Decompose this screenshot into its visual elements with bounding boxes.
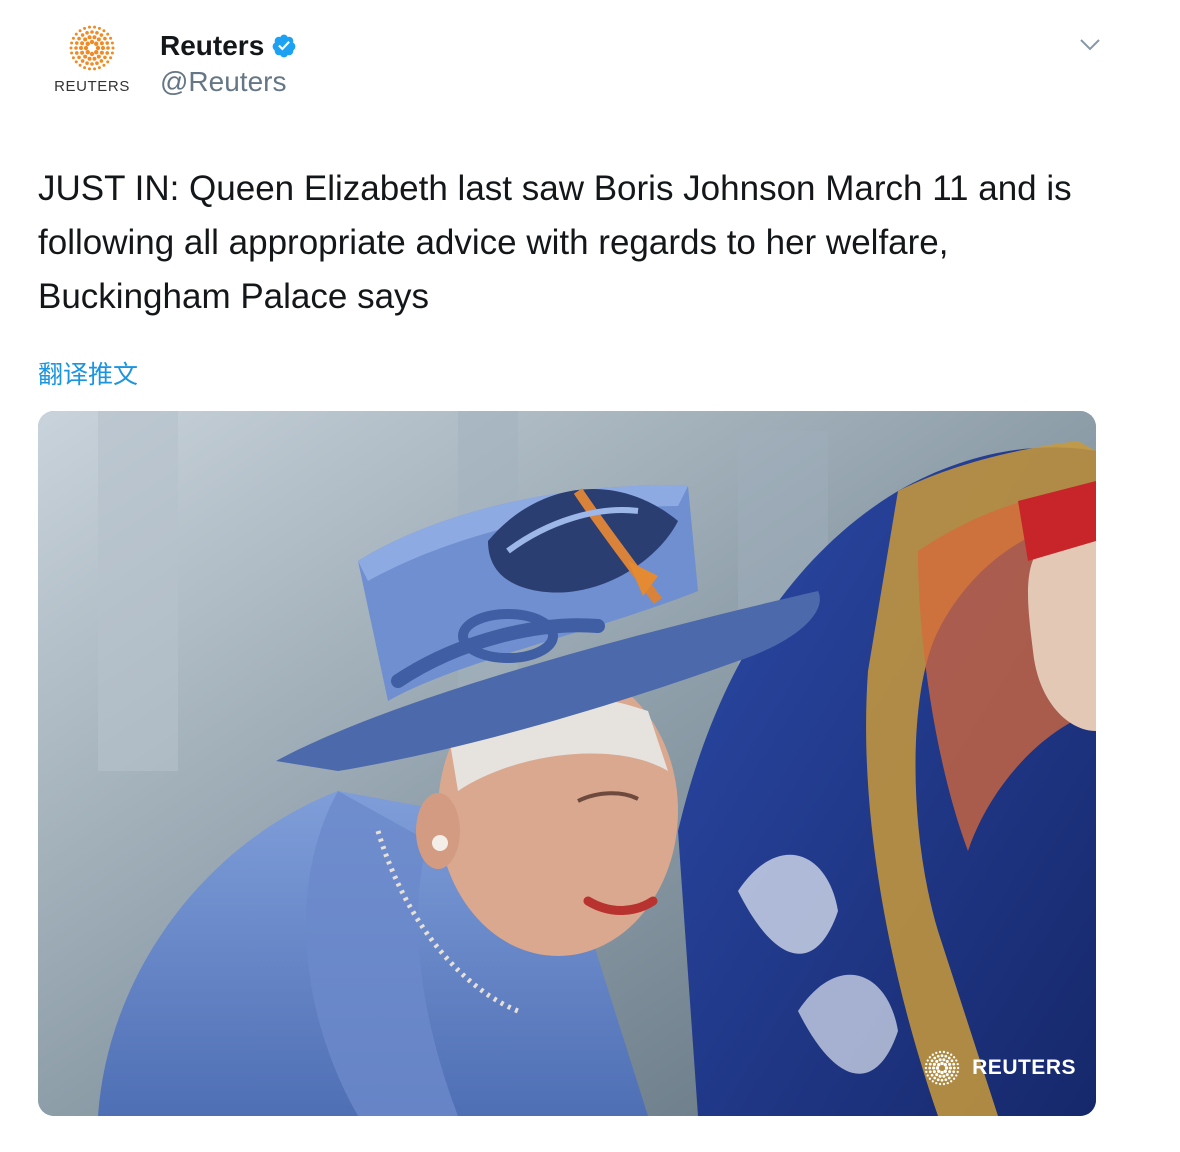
- author-handle[interactable]: @Reuters: [160, 66, 286, 98]
- author-avatar[interactable]: REUTERS: [50, 22, 134, 98]
- reuters-watermark-logo-icon: [924, 1050, 960, 1086]
- reuters-watermark: REUTERS: [920, 1048, 1076, 1088]
- author-name-row[interactable]: Reuters: [160, 30, 297, 62]
- tweet-photo[interactable]: REUTERS: [38, 411, 1096, 1116]
- translate-tweet-link[interactable]: 翻译推文: [38, 355, 138, 391]
- tweet-text: JUST IN: Queen Elizabeth last saw Boris …: [38, 169, 1072, 316]
- watermark-text: REUTERS: [972, 1056, 1076, 1079]
- avatar-wordmark: REUTERS: [54, 78, 130, 95]
- display-name[interactable]: Reuters: [160, 30, 264, 62]
- reuters-logo-icon: [69, 25, 115, 71]
- chevron-down-icon[interactable]: [1078, 36, 1102, 54]
- photo-illustration: [38, 411, 1096, 1116]
- verified-badge-icon: [272, 34, 296, 58]
